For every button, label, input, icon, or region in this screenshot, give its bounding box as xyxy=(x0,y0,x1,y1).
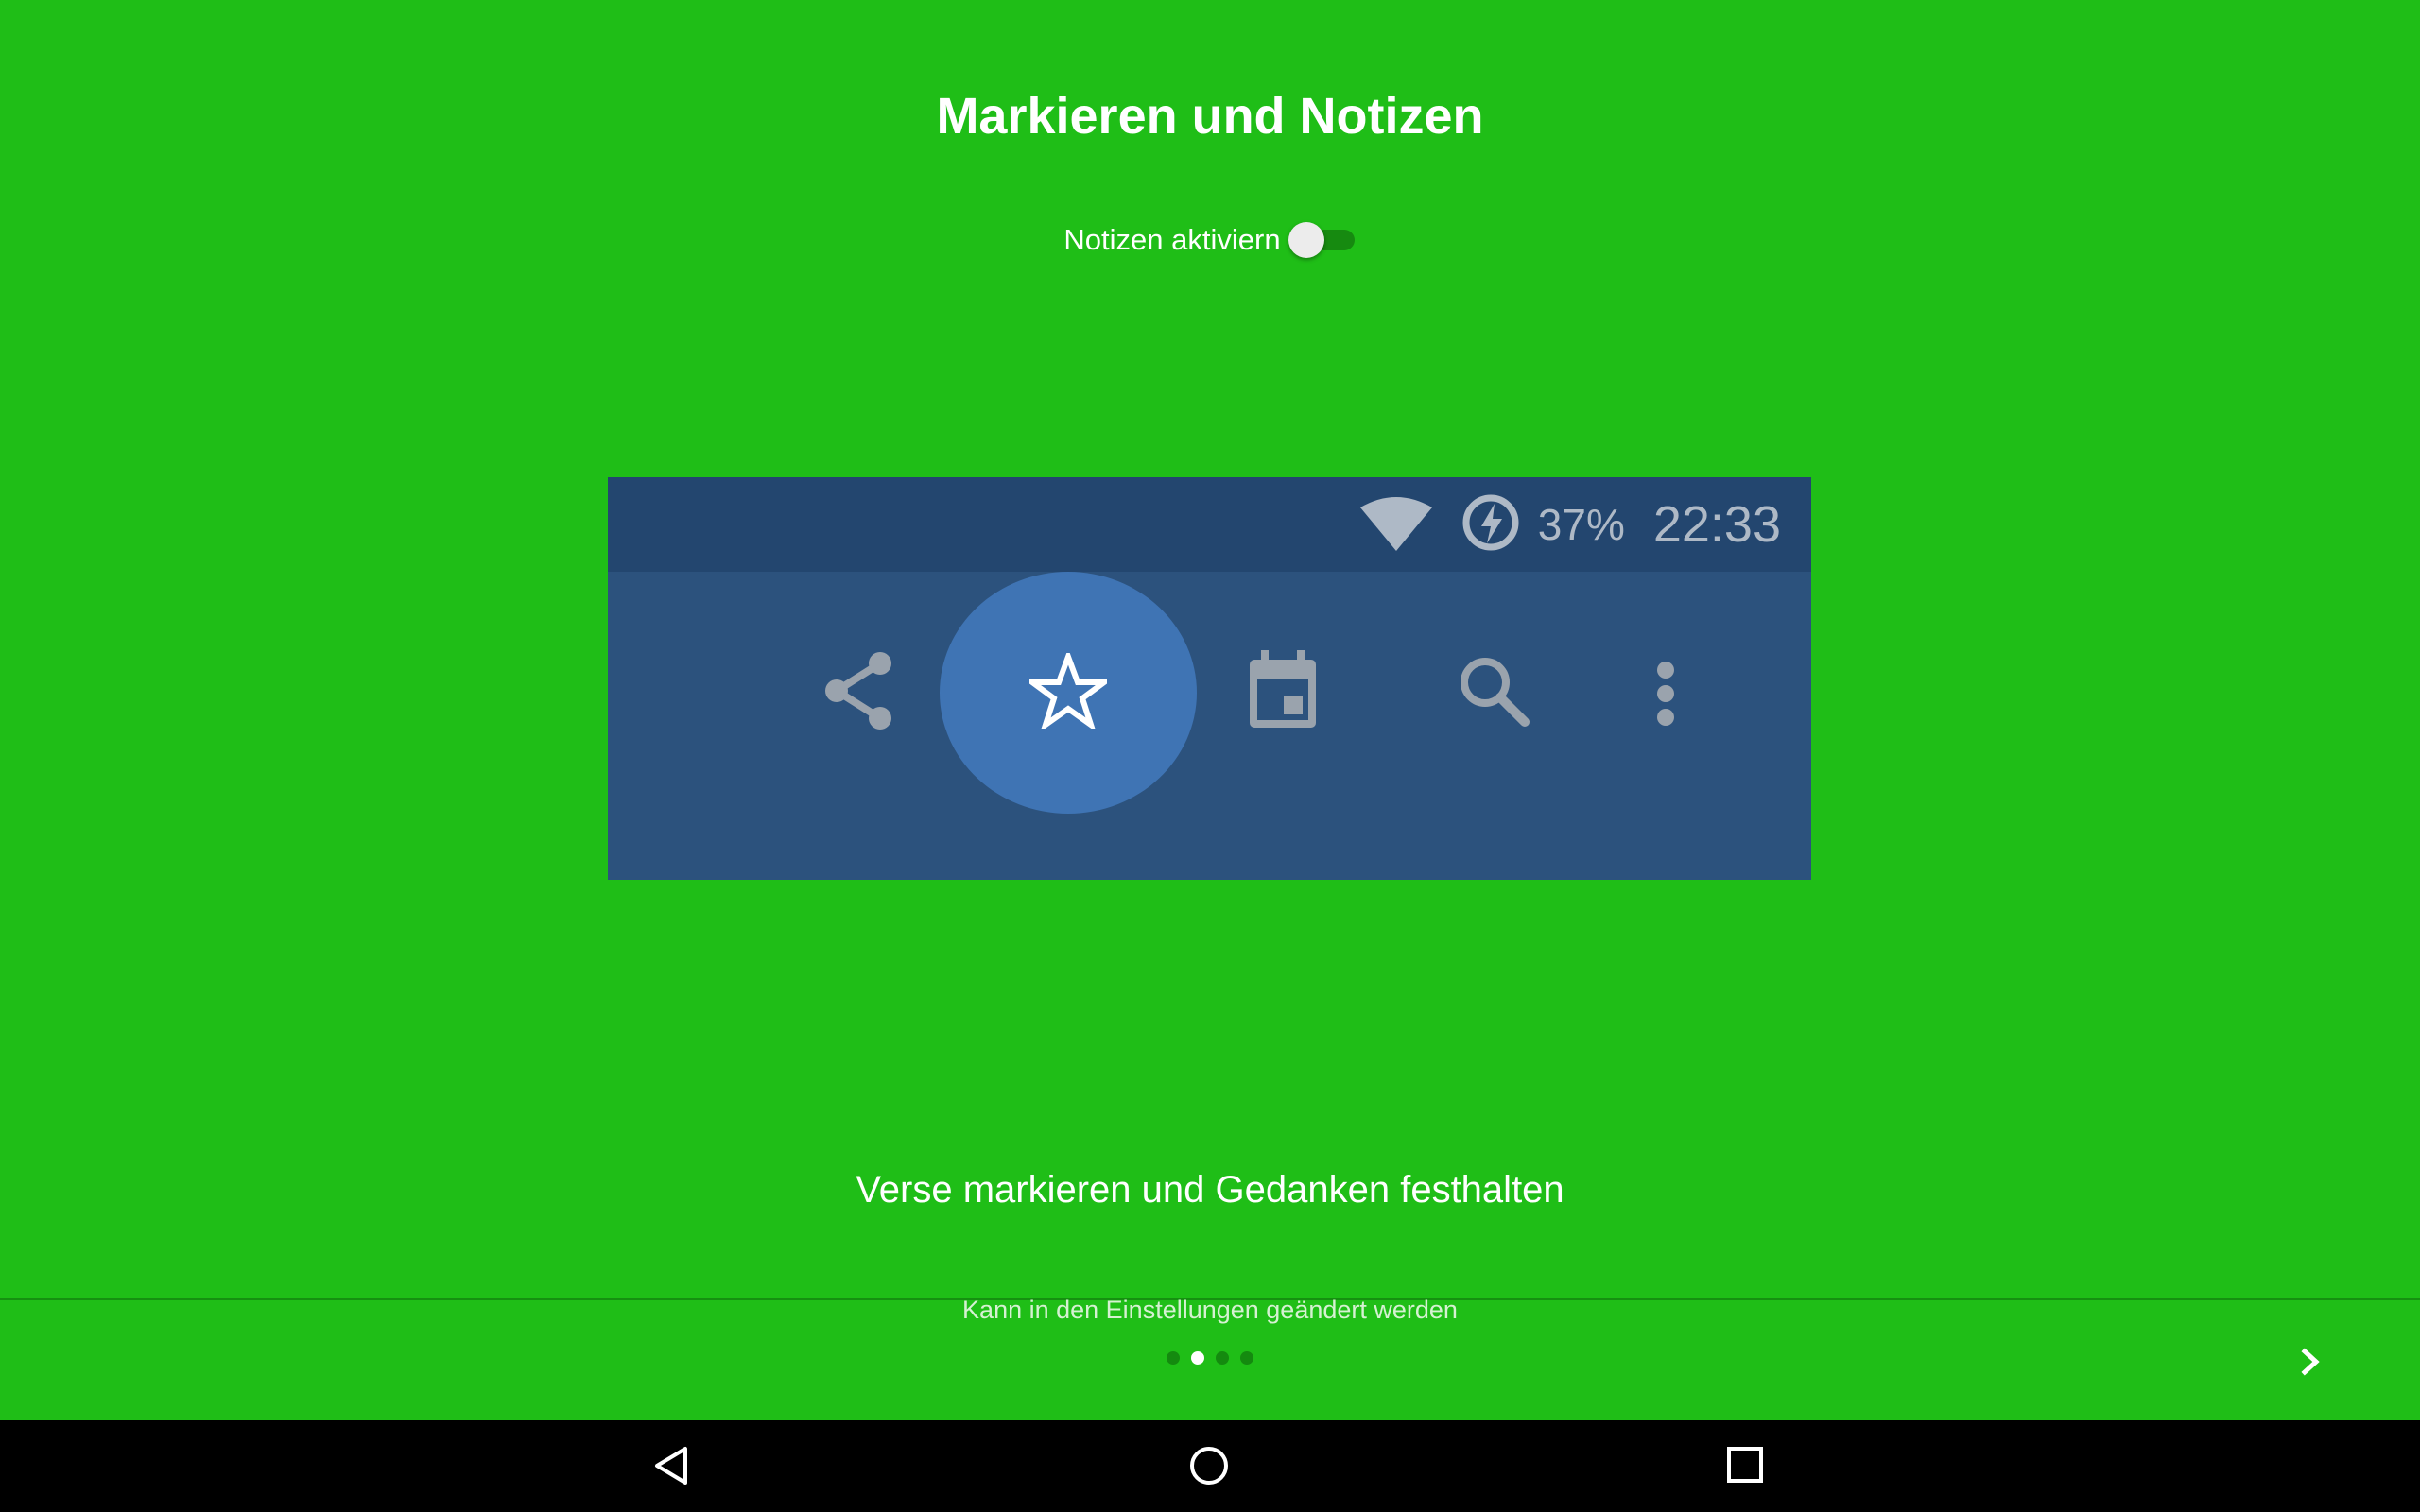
chevron-right-icon xyxy=(2288,1348,2335,1389)
intro-screen: Markieren und Notizen Notizen aktiviern xyxy=(0,0,2420,1420)
preview-status-bar: 37% 22:33 xyxy=(608,477,1811,572)
notes-toggle-label: Notizen aktiviern xyxy=(1063,223,1281,256)
battery-percent: 37% xyxy=(1537,500,1625,549)
nav-home-button[interactable] xyxy=(1181,1437,1237,1494)
nav-back-button[interactable] xyxy=(644,1437,700,1494)
next-button[interactable] xyxy=(2288,1338,2335,1385)
nav-recents-button[interactable] xyxy=(1718,1437,1774,1494)
page-dot-3 xyxy=(1216,1351,1229,1365)
system-navigation-bar xyxy=(0,1420,2420,1512)
notes-toggle-switch[interactable] xyxy=(1288,222,1357,258)
page-title: Markieren und Notizen xyxy=(936,88,1484,145)
switch-thumb xyxy=(1288,222,1324,258)
page-dot-2-active xyxy=(1191,1351,1204,1365)
wifi-icon xyxy=(1358,494,1434,556)
recents-icon xyxy=(1718,1447,1774,1498)
feature-preview-image: 37% 22:33 xyxy=(608,477,1811,880)
more-vert-icon xyxy=(1654,661,1677,731)
settings-hint: Kann in den Einstellungen geändert werde… xyxy=(962,1296,1458,1324)
home-icon xyxy=(1181,1447,1237,1498)
star-icon xyxy=(1023,648,1114,733)
share-icon xyxy=(821,650,897,736)
page-indicator xyxy=(0,1351,2420,1365)
battery-saver-icon xyxy=(1461,492,1521,558)
search-icon xyxy=(1457,654,1530,732)
calendar-icon xyxy=(1246,650,1320,734)
page-dot-1 xyxy=(1167,1351,1180,1365)
back-icon xyxy=(644,1447,700,1498)
status-time: 22:33 xyxy=(1652,496,1781,553)
feature-subtitle: Verse markieren und Gedanken festhalten xyxy=(856,1169,1564,1211)
notes-toggle-row: Notizen aktiviern xyxy=(0,222,2420,258)
page-dot-4 xyxy=(1240,1351,1253,1365)
